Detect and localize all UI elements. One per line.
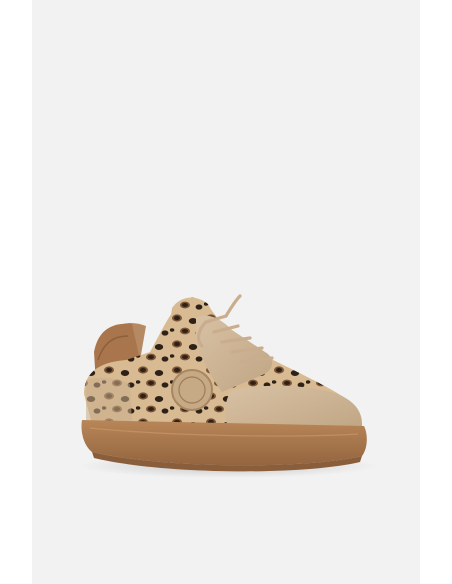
product-page — [0, 0, 452, 584]
logo-badge — [171, 369, 213, 411]
product-photo — [78, 294, 378, 478]
